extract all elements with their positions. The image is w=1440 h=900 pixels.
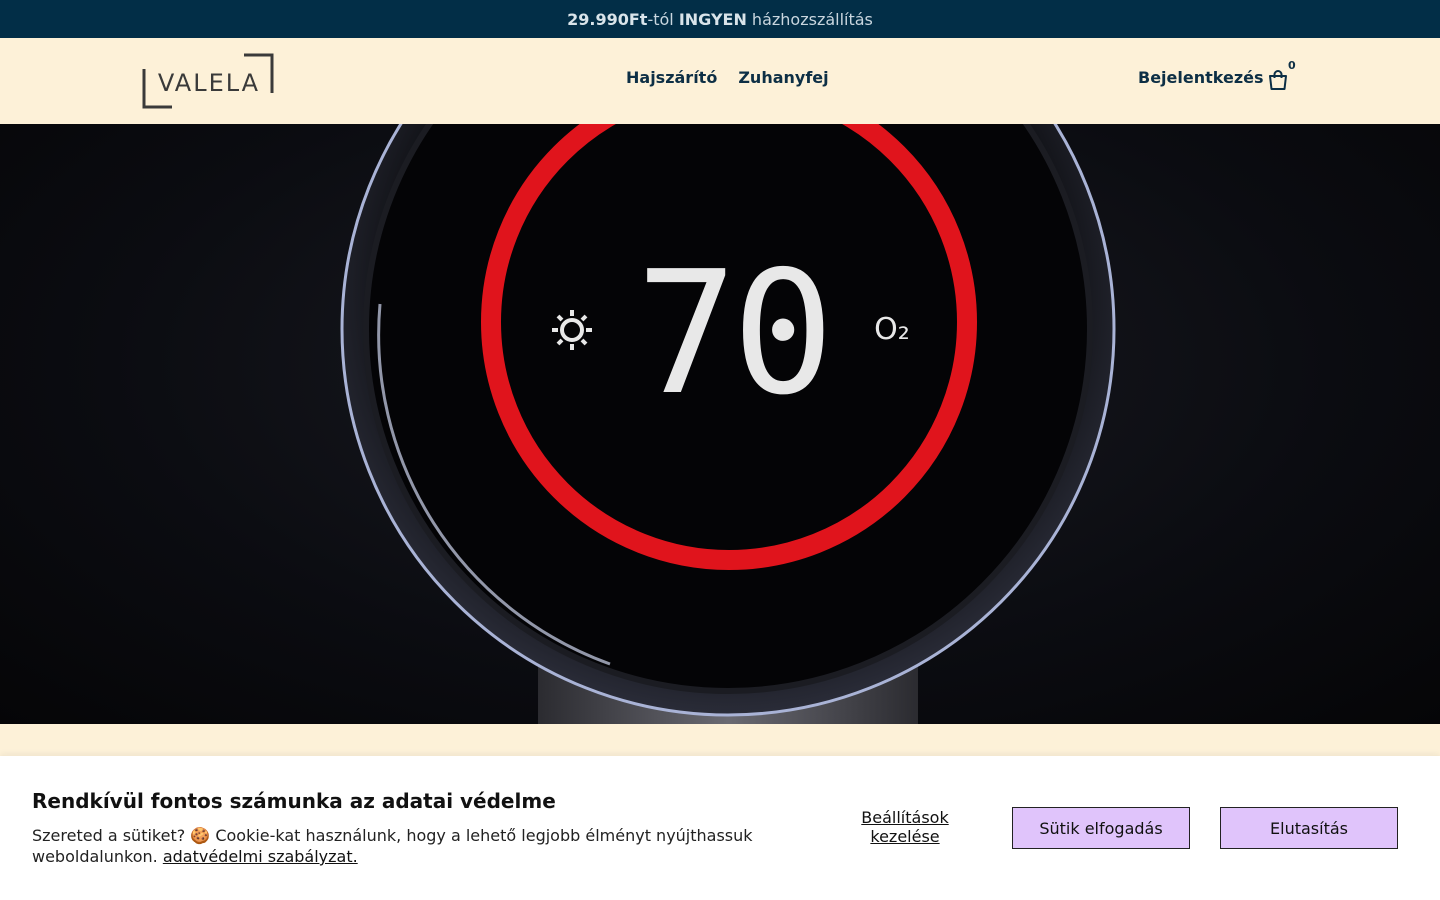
display-value: 70 — [636, 235, 829, 433]
announcement-free: INGYEN — [678, 9, 747, 29]
nav-hajszarito[interactable]: Hajszárító — [626, 68, 717, 87]
shopping-bag-icon[interactable] — [1266, 68, 1290, 92]
valela-logo[interactable]: VALELA — [142, 53, 274, 109]
hero-product-image: 70 O₂ — [340, 124, 1116, 724]
announcement-shipping: házhozszállítás — [746, 9, 873, 29]
site-header: VALELA Hajszárító Zuhanyfej Bejelentkezé… — [0, 38, 1440, 124]
privacy-policy-link[interactable]: adatvédelmi szabályzat. — [163, 847, 358, 866]
cookie-banner: Rendkívül fontos számunka az adatai véde… — [0, 756, 1440, 900]
login-link[interactable]: Bejelentkezés — [1138, 68, 1264, 87]
accept-cookies-button[interactable]: Sütik elfogadás — [1012, 807, 1190, 849]
cookie-text: Szereted a sütiket? 🍪 Cookie-kat használ… — [32, 825, 792, 867]
announcement-suffix: -tól — [647, 9, 679, 29]
announcement-amount: 29.990Ft — [567, 9, 648, 29]
announcement-bar: 29.990Ft -tól INGYEN házhozszállítás — [0, 0, 1440, 38]
cookie-message: Szereted a sütiket? 🍪 Cookie-kat használ… — [32, 826, 753, 866]
logo-text: VALELA — [158, 69, 260, 97]
nav-zuhanyfej[interactable]: Zuhanyfej — [738, 68, 828, 87]
cookie-title: Rendkívül fontos számunka az adatai véde… — [32, 789, 556, 813]
main-nav: Hajszárító Zuhanyfej — [626, 68, 829, 87]
manage-settings-link[interactable]: Beállítások kezelése — [830, 808, 980, 846]
o2-label: O₂ — [874, 312, 910, 347]
hero-banner: 70 O₂ — [0, 124, 1440, 724]
reject-cookies-button[interactable]: Elutasítás — [1220, 807, 1398, 849]
cart-count-badge: 0 — [1288, 59, 1296, 72]
